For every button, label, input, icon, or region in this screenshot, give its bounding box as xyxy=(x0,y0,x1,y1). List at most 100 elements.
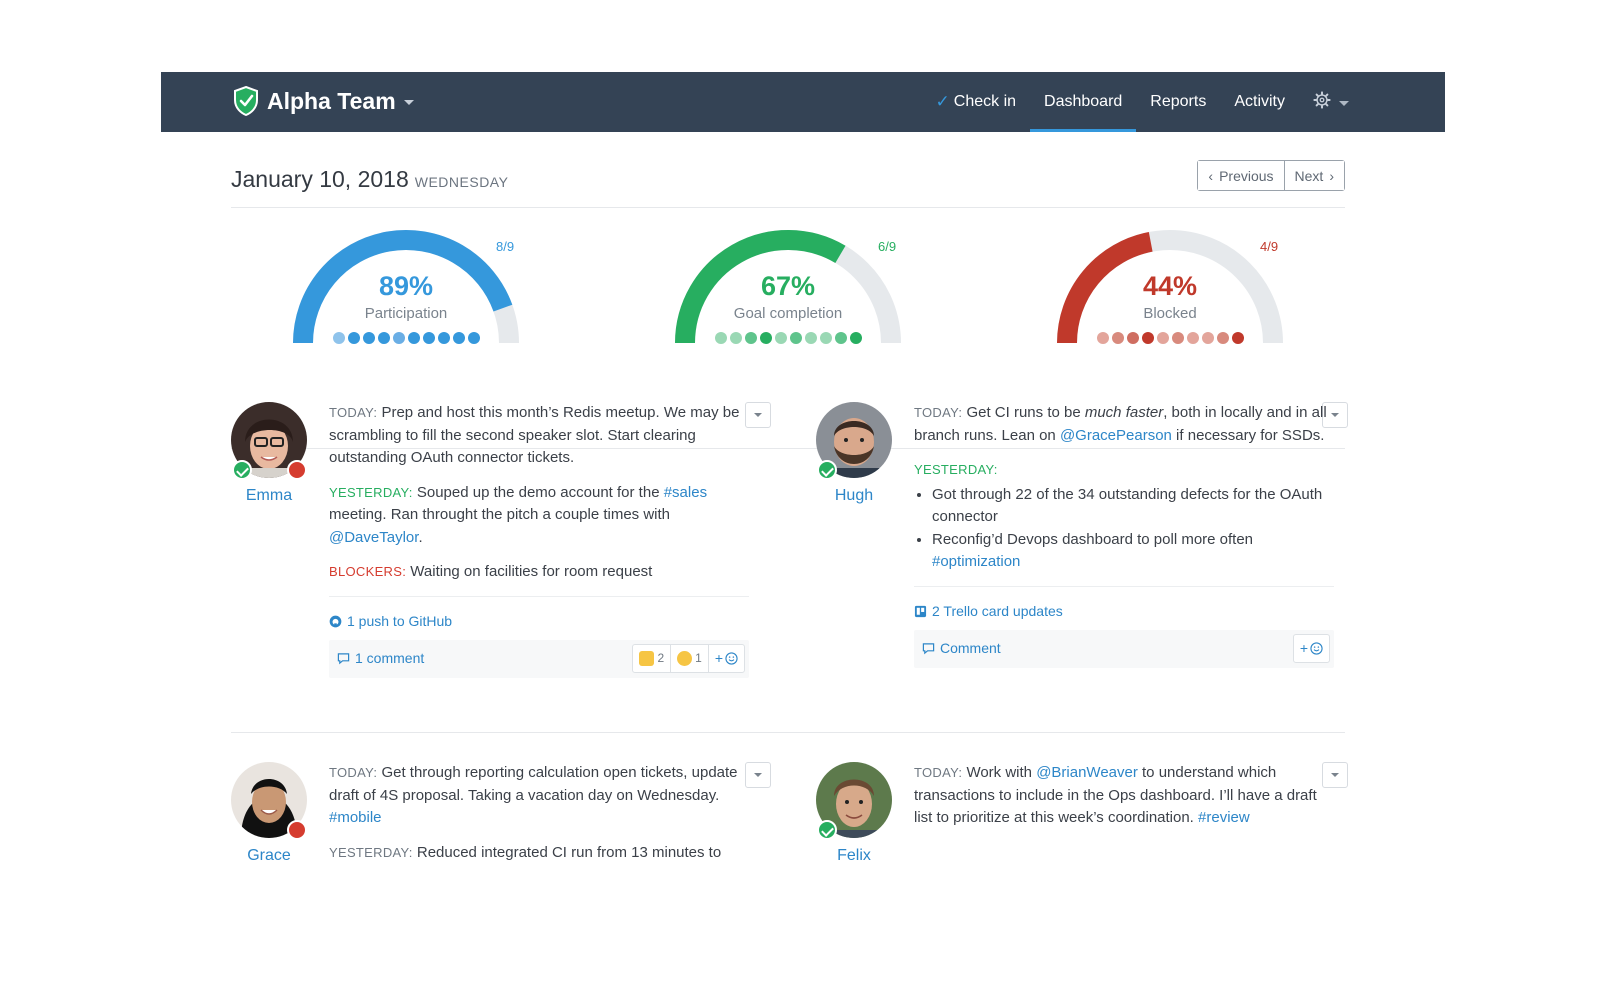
member-dot[interactable] xyxy=(422,332,435,344)
previous-button[interactable]: ‹ Previous xyxy=(1198,161,1284,190)
member-dot[interactable] xyxy=(1096,332,1109,344)
person-name[interactable]: Felix xyxy=(816,847,892,865)
gauge-blocked: 4/9 44% Blocked xyxy=(1050,209,1310,419)
gauge-percent: 89% xyxy=(378,271,434,301)
member-dot[interactable] xyxy=(1111,332,1124,344)
member-dot[interactable] xyxy=(1216,332,1229,344)
team-name: Alpha Team xyxy=(267,87,396,114)
member-dot[interactable] xyxy=(332,332,345,344)
yesterday-text: YESTERDAY: Reduced integrated CI run fro… xyxy=(329,842,749,865)
settings-menu[interactable] xyxy=(1299,72,1363,132)
member-dot[interactable] xyxy=(774,332,787,344)
member-dot[interactable] xyxy=(834,332,847,344)
gauge-member-dots xyxy=(1050,332,1290,344)
github-activity-link[interactable]: 1 push to GitHub xyxy=(329,595,749,636)
checkmark-icon: ✓ xyxy=(935,92,950,111)
member-dot[interactable] xyxy=(819,332,832,344)
yesterday-text: YESTERDAY: Souped up the demo account fo… xyxy=(329,482,749,550)
gauge-fraction: 6/9 xyxy=(878,239,897,254)
checked-in-badge-icon xyxy=(817,460,837,480)
comment-label: Comment xyxy=(940,640,1001,657)
nav-activity[interactable]: Activity xyxy=(1220,72,1299,132)
member-dot[interactable] xyxy=(714,332,727,344)
chevron-left-icon: ‹ xyxy=(1208,167,1214,184)
chevron-down-icon xyxy=(1339,101,1349,106)
today-label: TODAY: xyxy=(329,405,378,420)
member-dot[interactable] xyxy=(1126,332,1139,344)
member-dot[interactable] xyxy=(849,332,862,344)
member-dot[interactable] xyxy=(452,332,465,344)
member-dot[interactable] xyxy=(362,332,375,344)
add-reaction-button[interactable]: + xyxy=(1294,635,1329,662)
blocked-badge-icon xyxy=(287,820,307,840)
trello-activity-link[interactable]: 2 Trello card updates xyxy=(914,585,1334,626)
team-switcher[interactable]: Alpha Team xyxy=(233,85,414,117)
mention-link[interactable]: @BrianWeaver xyxy=(1036,764,1138,781)
next-button[interactable]: Next › xyxy=(1283,161,1344,190)
member-dot[interactable] xyxy=(789,332,802,344)
nav-reports[interactable]: Reports xyxy=(1136,72,1220,132)
member-dot[interactable] xyxy=(467,332,480,344)
gauge-label: Goal completion xyxy=(733,305,843,322)
member-dot[interactable] xyxy=(729,332,742,344)
nav-dashboard[interactable]: Dashboard xyxy=(1030,72,1137,132)
mention-link[interactable]: @GracePearson xyxy=(1060,427,1172,444)
hashtag-link[interactable]: #mobile xyxy=(329,809,382,826)
yesterday-label: YESTERDAY: xyxy=(329,484,413,500)
comment-button[interactable]: 1 comment xyxy=(337,647,424,670)
reaction-laughing[interactable]: 1 xyxy=(670,644,708,672)
today-emphasis: much faster xyxy=(1084,404,1164,421)
checked-in-badge-icon xyxy=(817,820,837,840)
person-name[interactable]: Emma xyxy=(231,487,307,505)
hashtag-link[interactable]: #sales xyxy=(664,484,707,501)
mention-link[interactable]: @DaveTaylor xyxy=(329,529,418,546)
member-dot[interactable] xyxy=(347,332,360,344)
comment-icon xyxy=(922,643,935,655)
member-dot[interactable] xyxy=(744,332,757,344)
list-item: Reconfig’d Devops dashboard to poll more… xyxy=(932,529,1334,574)
blockers-content: Waiting on facilities for room request xyxy=(410,563,653,580)
add-reaction-button[interactable]: + xyxy=(707,644,744,672)
member-dot[interactable] xyxy=(1156,332,1169,344)
member-dot[interactable] xyxy=(392,332,405,344)
member-dot[interactable] xyxy=(1141,332,1154,344)
member-dot[interactable] xyxy=(407,332,420,344)
app-frame: Alpha Team ✓ Check in Dashboard Reports A… xyxy=(161,72,1445,1000)
list-item-text: Reconfig’d Devops dashboard to poll more… xyxy=(932,530,1254,548)
trello-icon xyxy=(914,605,927,617)
thumbs-up-icon xyxy=(639,650,655,666)
gauge-fraction: 4/9 xyxy=(1260,239,1279,254)
add-reaction-label: + xyxy=(714,649,723,666)
chevron-right-icon: › xyxy=(1329,167,1334,184)
gauge-label: Blocked xyxy=(1143,305,1197,322)
previous-label: Previous xyxy=(1219,167,1274,184)
member-dot[interactable] xyxy=(1201,332,1214,344)
row-divider xyxy=(231,732,1345,733)
member-dot[interactable] xyxy=(1171,332,1184,344)
member-dot[interactable] xyxy=(759,332,772,344)
activity-label: 1 push to GitHub xyxy=(347,612,453,629)
member-dot[interactable] xyxy=(804,332,817,344)
person-name[interactable]: Hugh xyxy=(816,487,892,505)
hashtag-link[interactable]: #optimization xyxy=(932,553,1020,570)
page-title: January 10, 2018 WEDNESDAY xyxy=(231,166,508,193)
person-name[interactable]: Grace xyxy=(231,847,307,865)
list-item: Got through 22 of the 34 outstanding def… xyxy=(932,484,1334,529)
member-dot[interactable] xyxy=(1186,332,1199,344)
reaction-bar: + xyxy=(1292,633,1330,663)
date-header: January 10, 2018 WEDNESDAY ‹ Previous Next… xyxy=(231,160,1345,208)
today-text: TODAY: Get through reporting calculation… xyxy=(329,762,749,830)
reaction-thumbs-up[interactable]: 2 xyxy=(633,645,670,672)
date-label: January 10, 2018 xyxy=(231,166,409,192)
gauge-goal-completion: 6/9 67% Goal completion xyxy=(668,209,928,419)
yesterday-text: YESTERDAY: Got through 22 of the 34 outs… xyxy=(914,459,1334,574)
shield-check-icon xyxy=(233,85,259,117)
member-dot[interactable] xyxy=(377,332,390,344)
checked-in-badge-icon xyxy=(232,460,252,480)
hashtag-link[interactable]: #review xyxy=(1198,809,1250,826)
comment-button[interactable]: Comment xyxy=(922,637,1001,660)
smiley-icon xyxy=(725,651,738,665)
member-dot[interactable] xyxy=(1231,332,1244,344)
member-dot[interactable] xyxy=(437,332,450,344)
nav-check-in[interactable]: ✓ Check in xyxy=(922,72,1031,132)
